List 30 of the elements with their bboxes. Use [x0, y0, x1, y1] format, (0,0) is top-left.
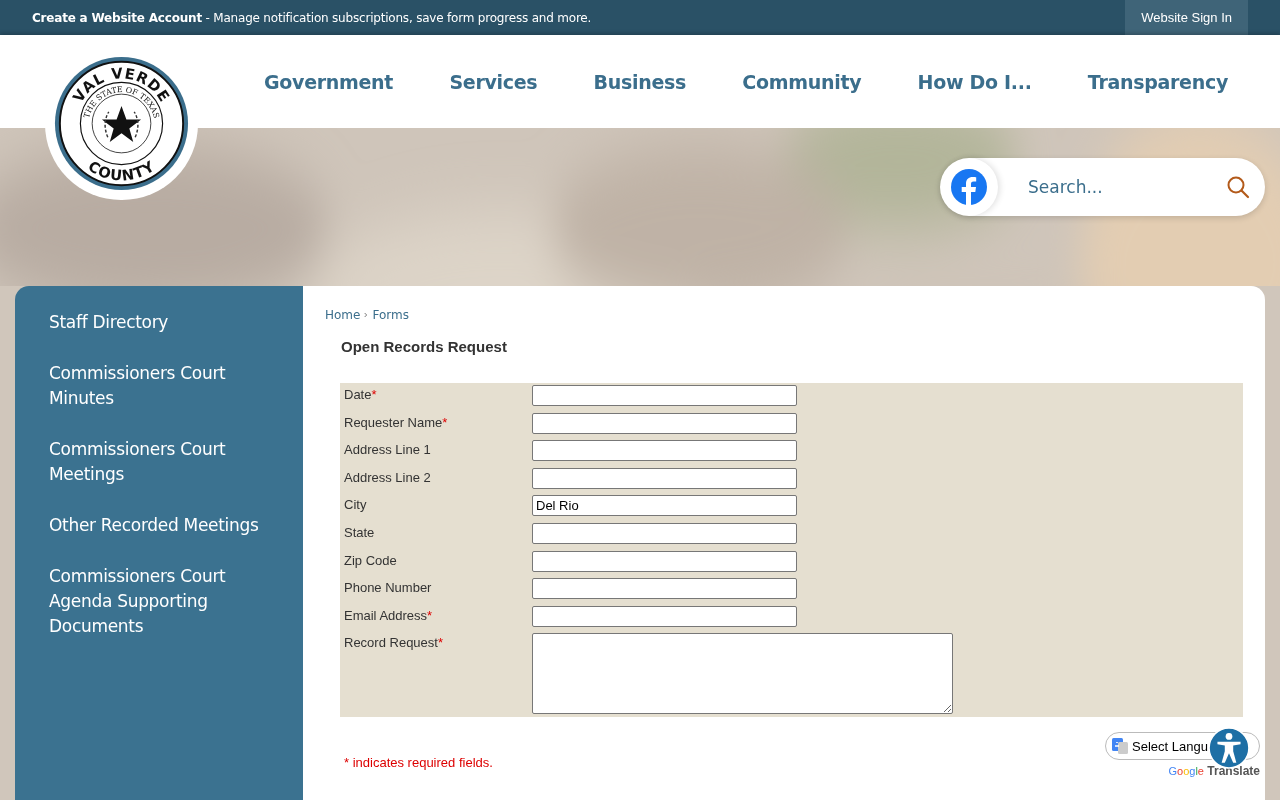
field-label: Record Request* — [344, 634, 444, 651]
sidebar-link[interactable]: Commissioners Court Agenda Supporting Documents — [49, 564, 269, 639]
translate-label: Translate — [1207, 764, 1260, 778]
breadcrumb-link[interactable]: Home — [325, 308, 361, 322]
field-label: Requester Name* — [344, 413, 449, 430]
nav-link[interactable]: Business — [593, 70, 687, 93]
field-label: City — [344, 496, 368, 513]
field-label: Address Line 1 — [344, 441, 432, 458]
google-logo: Google — [1168, 765, 1204, 777]
sidebar-link[interactable]: Commissioners Court Minutes — [49, 361, 269, 411]
field-label: Zip Code — [344, 551, 398, 568]
field-label: Address Line 2 — [344, 468, 432, 485]
account-banner-text: Create a Website Account - Manage notification subscriptions, save form progress and more. — [32, 10, 592, 25]
field-label: Email Address* — [344, 606, 434, 623]
form-title: Open Records Request — [341, 338, 508, 355]
sidebar-link[interactable]: Commissioners Court Meetings — [49, 437, 269, 487]
field-label: Date* — [344, 386, 378, 402]
sidebar-link[interactable]: Other Recorded Meetings — [49, 513, 269, 538]
create-account-link[interactable]: Create a Website Account — [32, 10, 202, 25]
nav-link[interactable]: Services — [449, 70, 538, 93]
nav-link[interactable]: Community — [742, 70, 862, 93]
nav-link[interactable]: How Do I... — [917, 70, 1032, 93]
sign-in-button[interactable]: Website Sign In — [1125, 0, 1248, 35]
breadcrumb-link[interactable]: Forms — [372, 308, 409, 322]
field-label: State — [344, 523, 376, 540]
nav-link[interactable]: Government — [264, 70, 394, 93]
sidebar-link[interactable]: Staff Directory — [49, 310, 269, 335]
field-label: Phone Number — [344, 579, 433, 596]
input-field[interactable]: Del Rio — [532, 495, 797, 517]
nav-link[interactable]: Transparency — [1087, 70, 1228, 93]
